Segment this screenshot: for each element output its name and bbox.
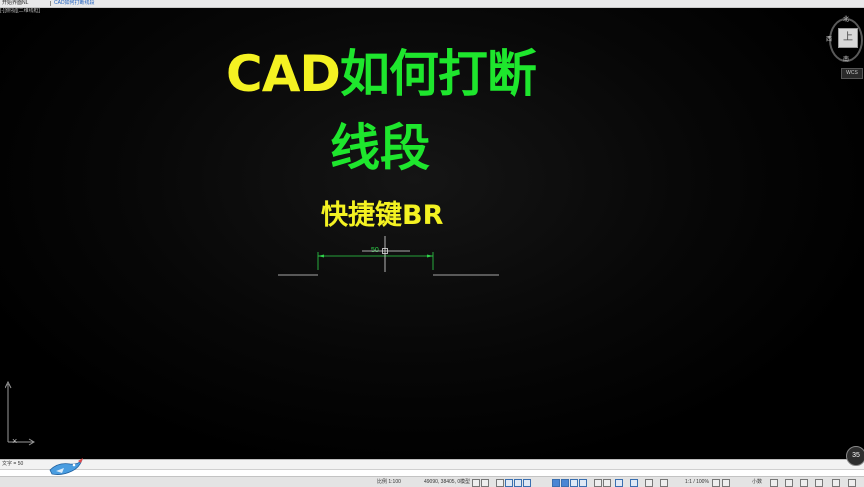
dimension-arrow-left bbox=[318, 254, 324, 258]
ucs-icon bbox=[5, 380, 35, 446]
overlay-badge: 35 bbox=[846, 446, 864, 466]
viewcube[interactable]: 北 西 南 上 WCS bbox=[826, 14, 864, 79]
compass-south[interactable]: 南 bbox=[843, 54, 849, 63]
compass-north[interactable]: 北 bbox=[843, 14, 849, 23]
command-history: 文字 = 50 bbox=[0, 459, 864, 469]
compass-west[interactable]: 西 bbox=[826, 34, 832, 43]
bird-mascot-icon bbox=[49, 458, 83, 475]
dimension-arrow-right bbox=[427, 254, 433, 258]
wcs-menu[interactable]: WCS bbox=[841, 68, 863, 79]
dimension-value: 50 bbox=[371, 247, 379, 254]
command-close-icon[interactable]: × bbox=[12, 437, 17, 446]
viewcube-top-face[interactable]: 上 bbox=[838, 28, 858, 48]
command-history-text: 文字 = 50 bbox=[2, 461, 24, 467]
drawing-geometry: 50 bbox=[278, 236, 499, 276]
status-bar: 比例 1:100 49090, 38405, 0 模型 1:1 / 100% 小… bbox=[0, 476, 864, 487]
